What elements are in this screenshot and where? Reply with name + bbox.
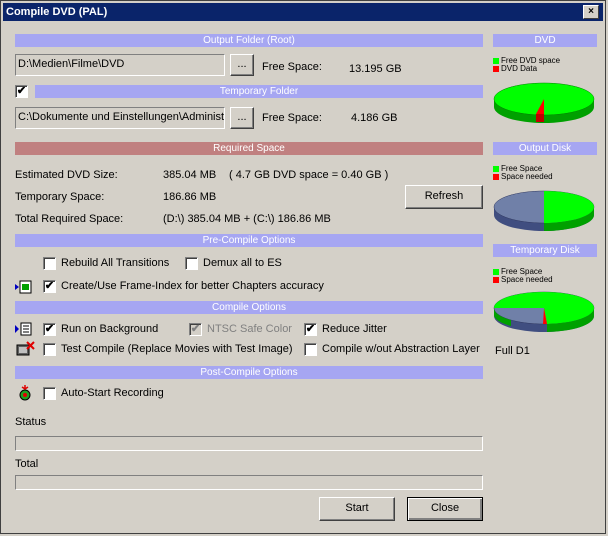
temp-free-space-value: 4.186 GB xyxy=(351,112,398,124)
total-required-space-label: Total Required Space: xyxy=(15,213,124,225)
temp-disk-legend-needed: Space needed xyxy=(493,276,553,284)
rebuild-transitions-label: Rebuild All Transitions xyxy=(61,257,170,269)
test-compile-checkbox[interactable] xyxy=(43,343,56,356)
temp-free-space-label: Free Space: xyxy=(262,112,322,124)
auto-start-recording-checkbox[interactable] xyxy=(43,387,56,400)
start-button[interactable]: Start xyxy=(319,497,395,521)
dvd-panel-header: DVD xyxy=(493,34,597,47)
output-disk-pie-chart xyxy=(493,190,595,231)
temporary-space-value: 186.86 MB xyxy=(163,191,217,203)
temp-folder-checkbox[interactable]: ✔ xyxy=(15,85,28,98)
temp-folder-input[interactable]: C:\Dokumente und Einstellungen\Administr… xyxy=(15,107,225,129)
required-space-header: Required Space xyxy=(15,142,483,155)
output-browse-button[interactable]: ... xyxy=(230,54,254,76)
close-button[interactable]: Close xyxy=(407,497,483,521)
status-progress-bar xyxy=(15,436,483,451)
reduce-jitter-label: Reduce Jitter xyxy=(322,323,387,335)
abstraction-layer-label: Compile w/out Abstraction Layer xyxy=(322,343,480,355)
total-progress-bar xyxy=(15,475,483,490)
pre-compile-header: Pre-Compile Options xyxy=(15,234,483,247)
ntsc-safe-color-label: NTSC Safe Color xyxy=(207,323,292,335)
format-label: Full D1 xyxy=(495,345,530,357)
background-run-icon xyxy=(15,322,32,336)
compile-options-header: Compile Options xyxy=(15,301,483,314)
compile-dvd-dialog: Compile DVD (PAL) × Output Folder (Root)… xyxy=(0,0,606,534)
test-compile-label: Test Compile (Replace Movies with Test I… xyxy=(61,343,293,355)
output-folder-input[interactable]: D:\Medien\Filme\DVD xyxy=(15,54,225,76)
frame-index-checkbox[interactable]: ✔ xyxy=(43,280,56,293)
ntsc-safe-color-checkbox[interactable]: ✔ xyxy=(189,323,202,336)
run-background-checkbox[interactable]: ✔ xyxy=(43,323,56,336)
dvd-legend-data: DVD Data xyxy=(493,65,537,73)
output-disk-panel-header: Output Disk xyxy=(493,142,597,155)
refresh-button[interactable]: Refresh xyxy=(405,185,483,209)
window-title: Compile DVD (PAL) xyxy=(6,6,108,18)
temp-disk-panel-header: Temporary Disk xyxy=(493,244,597,257)
estimated-dvd-size-value: 385.04 MB xyxy=(163,169,217,181)
output-free-space-label: Free Space: xyxy=(262,61,322,73)
temp-folder-header: Temporary Folder xyxy=(35,85,483,98)
frame-index-icon xyxy=(15,280,32,294)
output-folder-header: Output Folder (Root) xyxy=(15,34,483,47)
auto-start-recording-label: Auto-Start Recording xyxy=(61,387,164,399)
status-label: Status xyxy=(15,416,47,428)
rebuild-transitions-checkbox[interactable] xyxy=(43,257,56,270)
run-background-label: Run on Background xyxy=(61,323,159,335)
temp-disk-pie-chart xyxy=(493,291,595,332)
total-required-space-value: (D:\) 385.04 MB + (C:\) 186.86 MB xyxy=(163,213,331,225)
dvd-space-note: ( 4.7 GB DVD space = 0.40 GB ) xyxy=(229,169,389,181)
close-window-button[interactable]: × xyxy=(583,5,599,19)
demux-es-checkbox[interactable] xyxy=(185,257,198,270)
temporary-space-label: Temporary Space: xyxy=(15,191,105,203)
total-label: Total xyxy=(15,458,39,470)
output-disk-legend-needed: Space needed xyxy=(493,173,553,181)
abstraction-layer-checkbox[interactable] xyxy=(304,343,317,356)
record-icon xyxy=(19,385,31,401)
reduce-jitter-checkbox[interactable]: ✔ xyxy=(304,323,317,336)
title-bar: Compile DVD (PAL) × xyxy=(3,3,603,21)
dvd-pie-chart xyxy=(493,82,595,123)
post-compile-header: Post-Compile Options xyxy=(15,366,483,379)
frame-index-label: Create/Use Frame-Index for better Chapte… xyxy=(61,280,324,292)
temp-browse-button[interactable]: ... xyxy=(230,107,254,129)
output-free-space-value: 13.195 GB xyxy=(349,63,402,75)
demux-es-label: Demux all to ES xyxy=(203,257,282,269)
estimated-dvd-size-label: Estimated DVD Size: xyxy=(15,169,118,181)
test-compile-icon xyxy=(16,341,35,356)
